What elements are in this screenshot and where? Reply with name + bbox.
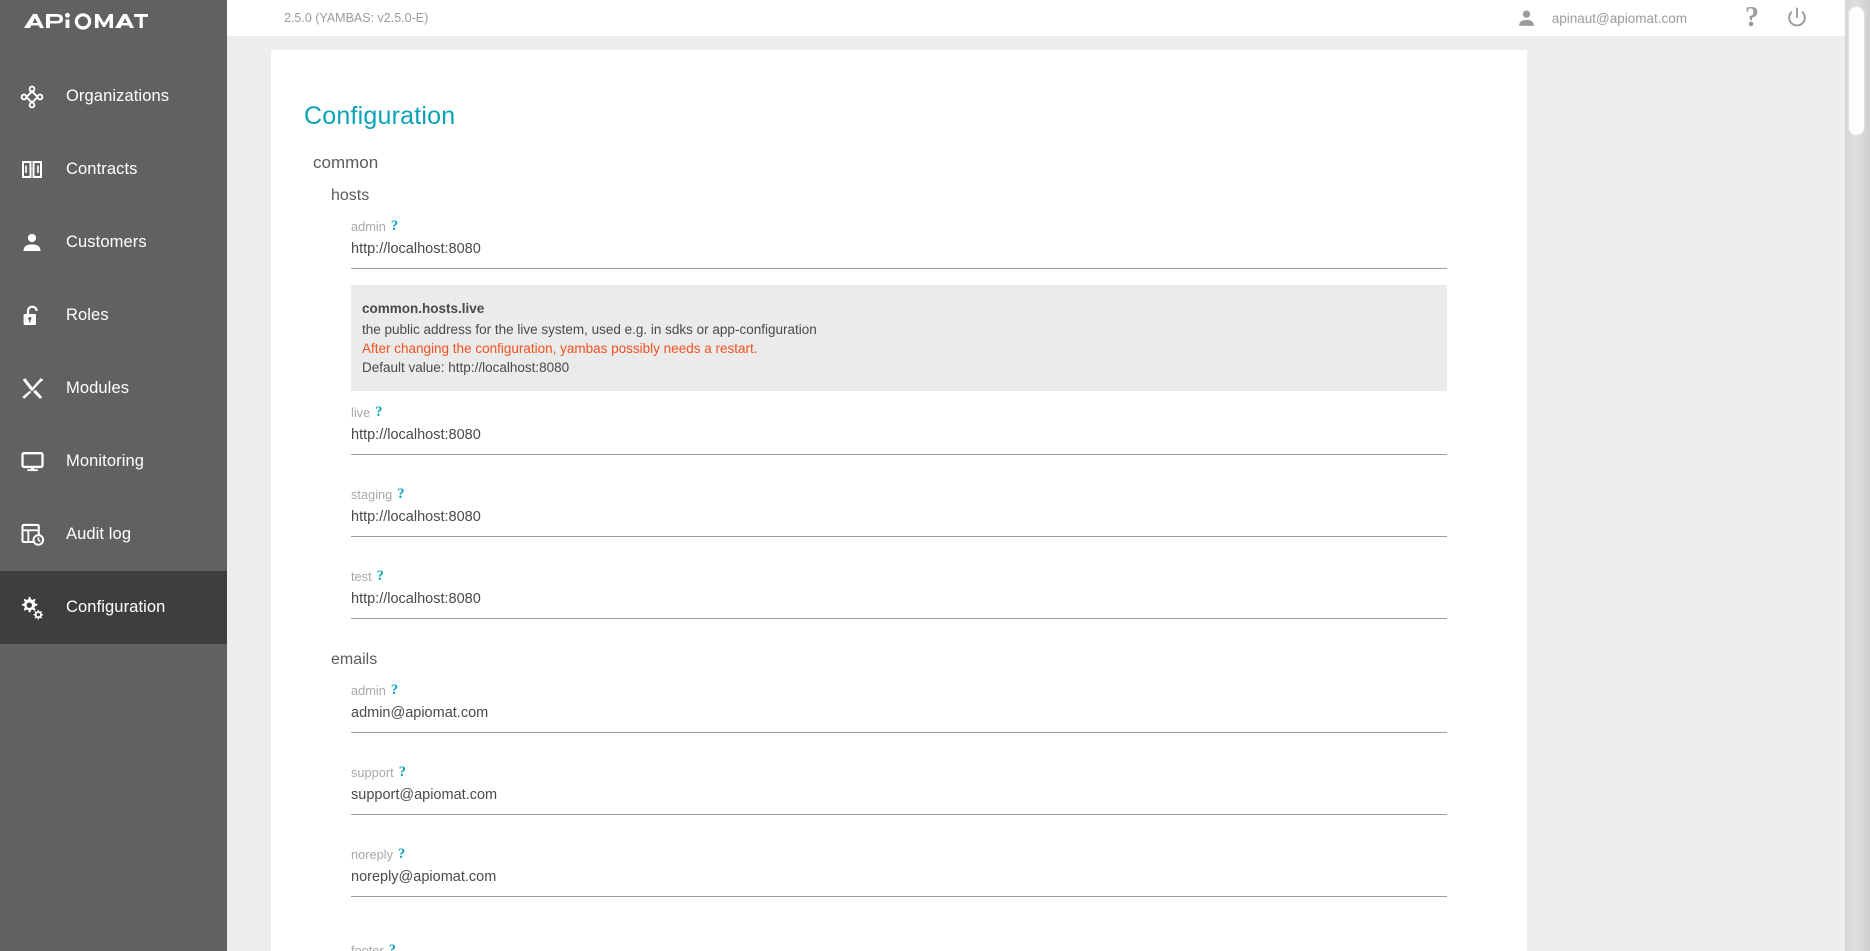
field-label-text: live bbox=[351, 404, 371, 420]
page-scrollbar[interactable] bbox=[1845, 0, 1870, 951]
field-help-tooltip: common.hosts.live the public address for… bbox=[351, 284, 1447, 391]
field-value-input[interactable]: http://localhost:8080 bbox=[351, 503, 1447, 537]
field-value-input[interactable]: noreply@apiomat.com bbox=[351, 863, 1447, 897]
configuration-card: Configuration common hosts admin ? http:… bbox=[271, 50, 1527, 951]
config-group-common: common bbox=[313, 153, 379, 172]
config-field-hosts-admin: admin ? http://localhost:8080 bbox=[351, 205, 1447, 269]
sidebar-item-label: Organizations bbox=[66, 87, 170, 105]
sidebar: Organizations Contracts Customers Roles … bbox=[0, 0, 227, 951]
help-icon[interactable]: ? bbox=[391, 682, 398, 699]
config-field-hosts-staging: staging ? http://localhost:8080 bbox=[351, 455, 1447, 537]
help-icon[interactable]: ? bbox=[389, 942, 396, 951]
field-value-input[interactable]: admin@apiomat.com bbox=[351, 699, 1447, 733]
help-icon[interactable]: ? bbox=[399, 764, 406, 781]
config-field-emails-support: support ? support@apiomat.com bbox=[351, 733, 1447, 815]
field-label-text: support bbox=[351, 764, 394, 780]
config-field-hosts-live: live ? http://localhost:8080 bbox=[351, 391, 1447, 455]
field-label-text: noreply bbox=[351, 846, 393, 862]
sidebar-item-modules[interactable]: Modules bbox=[0, 352, 227, 425]
sidebar-item-audit-log[interactable]: Audit log bbox=[0, 498, 227, 571]
field-label: admin ? bbox=[351, 682, 1447, 699]
config-field-emails-noreply: noreply ? noreply@apiomat.com bbox=[351, 815, 1447, 897]
help-icon[interactable]: ? bbox=[397, 486, 404, 503]
field-label: admin ? bbox=[351, 218, 1447, 235]
field-label: footer ? bbox=[351, 942, 1447, 951]
field-label: live ? bbox=[351, 404, 1447, 421]
book-icon bbox=[10, 158, 54, 182]
field-label-text: admin bbox=[351, 682, 386, 698]
person-icon bbox=[1508, 8, 1546, 29]
topbar: 2.5.0 (YAMBAS: v2.5.0-E) apinaut@apiomat… bbox=[227, 0, 1845, 36]
sidebar-item-label: Configuration bbox=[66, 598, 166, 616]
config-field-hosts-test: test ? http://localhost:8080 bbox=[351, 537, 1447, 619]
field-label: support ? bbox=[351, 764, 1447, 781]
sidebar-nav: Organizations Contracts Customers Roles … bbox=[0, 60, 227, 644]
content-scroll-area: Configuration common hosts admin ? http:… bbox=[227, 36, 1845, 951]
config-section-hosts: hosts bbox=[331, 187, 370, 204]
help-icon[interactable]: ? bbox=[375, 404, 382, 421]
topbar-right-group: apinaut@apiomat.com ? bbox=[1508, 4, 1845, 32]
page-title: Configuration bbox=[304, 102, 456, 130]
field-label: staging ? bbox=[351, 486, 1447, 503]
question-mark-icon[interactable]: ? bbox=[1731, 4, 1773, 32]
tools-icon bbox=[10, 376, 54, 401]
tooltip-key: common.hosts.live bbox=[362, 300, 485, 316]
config-field-emails-admin: admin ? admin@apiomat.com bbox=[351, 669, 1447, 733]
field-label-text: test bbox=[351, 568, 372, 584]
app-root: Organizations Contracts Customers Roles … bbox=[0, 0, 1870, 951]
sidebar-item-label: Modules bbox=[66, 379, 130, 397]
apiomat-logo-icon bbox=[24, 12, 148, 30]
sidebar-item-label: Roles bbox=[66, 306, 109, 324]
field-value-input[interactable]: http://localhost:8080 bbox=[351, 585, 1447, 619]
sidebar-item-monitoring[interactable]: Monitoring bbox=[0, 425, 227, 498]
config-section-emails: emails bbox=[331, 650, 378, 668]
tooltip-default: Default value: http://localhost:8080 bbox=[362, 359, 570, 375]
sidebar-item-label: Customers bbox=[66, 233, 147, 251]
sidebar-item-label: Audit log bbox=[66, 525, 132, 543]
tooltip-description: the public address for the live system, … bbox=[362, 321, 817, 337]
monitor-icon bbox=[10, 449, 54, 474]
person-icon bbox=[10, 231, 54, 255]
config-field-emails-footer: footer ? bbox=[351, 897, 1447, 951]
sidebar-item-customers[interactable]: Customers bbox=[0, 206, 227, 279]
power-icon[interactable] bbox=[1773, 6, 1821, 30]
field-label-text: footer bbox=[351, 942, 384, 951]
field-label: test ? bbox=[351, 568, 1447, 585]
field-value-input[interactable]: http://localhost:8080 bbox=[351, 421, 1447, 455]
field-label-text: admin bbox=[351, 218, 386, 234]
field-label: noreply ? bbox=[351, 846, 1447, 863]
sidebar-item-configuration[interactable]: Configuration bbox=[0, 571, 227, 644]
field-value-input[interactable]: http://localhost:8080 bbox=[351, 235, 1447, 269]
app-logo[interactable] bbox=[0, 0, 227, 44]
help-icon[interactable]: ? bbox=[377, 568, 384, 585]
lock-icon bbox=[10, 304, 54, 328]
help-glyph: ? bbox=[1745, 2, 1759, 33]
gears-icon bbox=[10, 595, 54, 621]
version-label: 2.5.0 (YAMBAS: v2.5.0-E) bbox=[284, 11, 429, 25]
sidebar-item-label: Contracts bbox=[66, 160, 138, 178]
field-value-input[interactable]: support@apiomat.com bbox=[351, 781, 1447, 815]
sidebar-item-label: Monitoring bbox=[66, 452, 145, 470]
tooltip-warning: After changing the configuration, yambas… bbox=[362, 340, 758, 356]
field-label-text: staging bbox=[351, 486, 393, 502]
sidebar-item-organizations[interactable]: Organizations bbox=[0, 60, 227, 133]
organizations-icon bbox=[10, 85, 54, 109]
page-scrollbar-thumb[interactable] bbox=[1848, 6, 1865, 136]
audit-log-icon bbox=[10, 522, 54, 547]
sidebar-item-roles[interactable]: Roles bbox=[0, 279, 227, 352]
sidebar-item-contracts[interactable]: Contracts bbox=[0, 133, 227, 206]
user-email-label: apinaut@apiomat.com bbox=[1551, 10, 1687, 26]
help-icon[interactable]: ? bbox=[398, 846, 405, 863]
help-icon[interactable]: ? bbox=[391, 218, 398, 235]
